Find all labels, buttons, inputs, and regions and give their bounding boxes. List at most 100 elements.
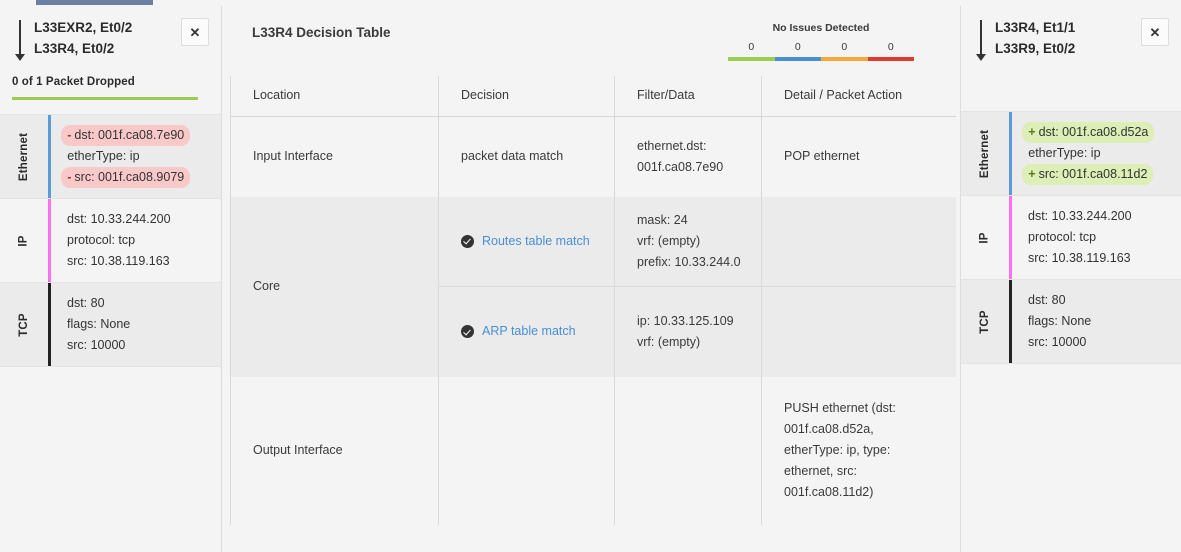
issue-count: 0	[748, 41, 755, 53]
check-circle-icon	[461, 325, 474, 339]
cell-detail-action	[761, 286, 956, 377]
diff-sign: -	[67, 128, 72, 142]
packet-field: src: 10000	[1028, 335, 1087, 349]
egress-packet-panel: L33R4, Et1/1 L33R9, Et0/2 ✕ Ethernet + dst…	[960, 0, 1181, 552]
arrow-down-icon	[12, 20, 28, 62]
cell-filter-data: ethernet.dst: 001f.ca08.7e90	[614, 116, 762, 197]
issue-severity-bar[interactable]	[774, 57, 821, 61]
column-header-decision: Decision	[438, 76, 615, 117]
cell-location: Input Interface	[230, 116, 439, 197]
cell-line: ip: 10.33.125.109	[637, 313, 734, 328]
issue-severity-bar[interactable]	[821, 57, 868, 61]
cell-line: prefix: 10.33.244.0	[637, 254, 741, 269]
packet-field: + dst: 001f.ca08.d52a	[1022, 122, 1155, 143]
column-header-detail: Detail / Packet Action	[761, 76, 956, 117]
cell-line: 001f.ca08.d52a,	[784, 422, 874, 436]
layer-fields: - dst: 001f.ca08.7e90 etherType: ip - src: 0…	[51, 115, 221, 198]
packet-field: etherType: ip	[67, 149, 140, 163]
packet-field: flags: None	[67, 317, 131, 331]
egress-title-line1: L33R4, Et1/1	[995, 20, 1076, 35]
active-tab-indicator[interactable]	[36, 0, 153, 5]
ingress-panel-titles: L33EXR2, Et0/2 L33R4, Et0/2	[34, 17, 181, 59]
packet-field: dst: 80	[67, 296, 105, 310]
egress-panel-header: L33R4, Et1/1 L33R9, Et0/2 ✕	[961, 0, 1181, 62]
cell-decision	[438, 376, 615, 525]
issues-bars	[728, 57, 914, 61]
issue-count: 0	[841, 41, 848, 53]
packet-path-viewer: L33EXR2, Et0/2 L33R4, Et0/2 ✕ 0 of 1 Pac…	[0, 0, 1181, 552]
packet-field: protocol: tcp	[67, 233, 136, 247]
layer-row: IP dst: 10.33.244.200 protocol: tcp src: 10…	[0, 199, 221, 283]
cell-line: etherType: ip, type:	[784, 443, 891, 457]
ingress-title-line1: L33EXR2, Et0/2	[34, 20, 133, 35]
packet-field: - dst: 001f.ca08.7e90	[61, 125, 191, 146]
layer-name: IP	[978, 231, 991, 244]
layer-name: Ethernet	[979, 129, 992, 178]
arrow-down-icon	[973, 20, 989, 62]
cell-detail-action: PUSH ethernet (dst: 001f.ca08.d52a, etherT…	[761, 376, 956, 525]
cell-location: Core	[230, 196, 439, 377]
packet-field: etherType: ip	[1028, 146, 1101, 160]
packet-field: src: 10000	[67, 338, 126, 352]
layer-row: TCP dst: 80 flags: None src: 10000	[961, 280, 1181, 364]
cell-line: ethernet.dst:	[637, 138, 707, 153]
decision-table: Location Decision Filter/Data Detail / P…	[230, 76, 956, 525]
packet-field: flags: None	[1028, 314, 1092, 328]
decision-link[interactable]: Routes table match	[482, 231, 590, 252]
cell-detail-action	[761, 196, 956, 287]
layer-fields: + dst: 001f.ca08.d52a etherType: ip + src: 0…	[1012, 112, 1181, 195]
decision-link[interactable]: ARP table match	[482, 321, 576, 342]
cell-line: mask: 24	[637, 212, 688, 227]
table-row: Output Interface PUSH ethernet (dst: 001f.…	[230, 376, 956, 525]
packet-field: src: 10.38.119.163	[67, 254, 170, 268]
cell-location: Output Interface	[230, 376, 439, 525]
diff-sign: -	[67, 170, 72, 184]
ingress-title-line2: L33R4, Et0/2	[34, 41, 115, 56]
diff-sign: +	[1028, 125, 1036, 139]
packet-field: - src: 001f.ca08.9079	[61, 167, 191, 188]
layer-name: TCP	[17, 312, 30, 337]
table-row: Core Routes table match mask: 24 vrf: (empt…	[230, 196, 956, 377]
layer-row: Ethernet - dst: 001f.ca08.7e90 etherType: i…	[0, 115, 221, 199]
layer-fields: dst: 80 flags: None src: 10000	[1012, 280, 1181, 363]
cell-line: 001f.ca08.11d2)	[784, 485, 874, 499]
issue-severity-bar[interactable]	[728, 57, 775, 61]
egress-title-line2: L33R9, Et0/2	[995, 41, 1076, 56]
packet-field: dst: 10.33.244.200	[1028, 209, 1132, 223]
tab-strip	[0, 0, 1181, 6]
decision-table-header-row: Location Decision Filter/Data Detail / P…	[230, 76, 956, 117]
cell-filter-data: mask: 24 vrf: (empty) prefix: 10.33.244.0	[614, 196, 762, 287]
cell-line: vrf: (empty)	[637, 233, 701, 248]
decision-table-panel: L33R4 Decision Table No Issues Detected …	[222, 0, 960, 552]
cell-line: 001f.ca08.7e90	[637, 159, 724, 174]
issues-label: No Issues Detected	[772, 22, 870, 34]
issue-count: 0	[887, 41, 894, 53]
cell-line: PUSH ethernet (dst:	[784, 401, 896, 415]
layer-name: IP	[17, 234, 30, 247]
column-header-location: Location	[230, 76, 439, 117]
layer-row: Ethernet + dst: 001f.ca08.d52a etherType: i…	[961, 112, 1181, 196]
packet-dropped-bar	[12, 97, 198, 100]
issue-severity-bar[interactable]	[867, 57, 914, 61]
cell-decision: ARP table match	[438, 286, 615, 377]
table-row: Input Interface packet data match ethernet…	[230, 116, 956, 197]
layer-name: Ethernet	[18, 132, 31, 181]
diff-sign: +	[1028, 167, 1036, 181]
decision-table-title: L33R4 Decision Table	[252, 25, 391, 40]
ingress-layer-list: Ethernet - dst: 001f.ca08.7e90 etherType: i…	[0, 114, 221, 367]
packet-field: dst: 10.33.244.200	[67, 212, 171, 226]
ingress-packet-panel: L33EXR2, Et0/2 L33R4, Et0/2 ✕ 0 of 1 Pac…	[0, 0, 222, 552]
close-ingress-panel-button[interactable]: ✕	[181, 18, 209, 46]
layer-row: TCP dst: 80 flags: None src: 10000	[0, 283, 221, 367]
cell-detail-action: POP ethernet	[761, 116, 956, 197]
decision-table-header: L33R4 Decision Table No Issues Detected …	[222, 0, 960, 76]
cell-decision: Routes table match	[438, 196, 615, 287]
cell-decision: packet data match	[438, 116, 615, 197]
packet-field: dst: 80	[1028, 293, 1066, 307]
packet-field: protocol: tcp	[1028, 230, 1097, 244]
close-egress-panel-button[interactable]: ✕	[1141, 18, 1169, 46]
check-circle-icon	[461, 234, 474, 248]
ingress-panel-header: L33EXR2, Et0/2 L33R4, Et0/2 ✕	[0, 0, 221, 62]
packet-dropped-summary: 0 of 1 Packet Dropped	[0, 62, 221, 100]
issues-counts: 0 0 0 0	[728, 41, 914, 57]
